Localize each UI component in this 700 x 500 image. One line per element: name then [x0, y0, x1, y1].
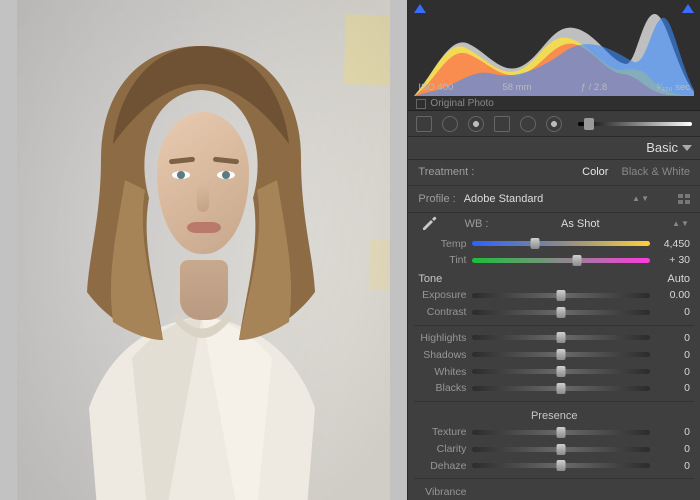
auto-button[interactable]: Auto: [667, 273, 690, 285]
temp-slider[interactable]: Temp 4,450: [408, 235, 700, 252]
tint-slider[interactable]: Tint + 30: [408, 252, 700, 269]
basic-header[interactable]: Basic: [408, 137, 700, 160]
original-photo-label: Original Photo: [430, 98, 493, 109]
app-root: ISO 400 58 mm ƒ / 2.8 ¹⁄₃₂₀ sec Original…: [0, 0, 700, 500]
treatment-row: Treatment : Color Black & White: [408, 160, 700, 185]
radial-tool-icon[interactable]: [520, 116, 536, 132]
treatment-color[interactable]: Color: [582, 166, 608, 178]
dehaze-slider[interactable]: Dehaze 0: [408, 457, 700, 474]
wb-label: WB :: [448, 218, 488, 230]
treatment-label: Treatment :: [418, 166, 474, 178]
contrast-slider[interactable]: Contrast 0: [408, 304, 700, 321]
eyedropper-icon[interactable]: [418, 213, 440, 235]
exposure-slider[interactable]: Exposure 0.00: [408, 287, 700, 304]
redeye-tool-icon[interactable]: [468, 116, 484, 132]
wb-row: WB : As Shot ▲▼: [408, 213, 700, 235]
profile-label: Profile :: [418, 193, 455, 205]
original-photo-toggle[interactable]: Original Photo: [416, 98, 493, 109]
tone-header: Tone Auto: [408, 269, 700, 287]
exif-focal: 58 mm: [502, 82, 531, 96]
whites-slider[interactable]: Whites 0: [408, 363, 700, 380]
spot-tool-icon[interactable]: [442, 116, 458, 132]
treatment-bw[interactable]: Black & White: [622, 166, 690, 178]
histogram[interactable]: ISO 400 58 mm ƒ / 2.8 ¹⁄₃₂₀ sec Original…: [408, 0, 700, 111]
profile-value[interactable]: Adobe Standard: [464, 193, 544, 205]
develop-panel: ISO 400 58 mm ƒ / 2.8 ¹⁄₃₂₀ sec Original…: [407, 0, 700, 500]
tool-strip: [408, 111, 700, 136]
gradient-tool-icon[interactable]: [494, 116, 510, 132]
profile-browser-icon[interactable]: [678, 194, 690, 204]
wb-value[interactable]: As Shot: [561, 218, 600, 230]
texture-slider[interactable]: Texture 0: [408, 424, 700, 441]
brush-tool-icon[interactable]: [546, 116, 562, 132]
disclosure-icon[interactable]: [682, 145, 692, 151]
crop-tool-icon[interactable]: [416, 116, 432, 132]
exif-shutter: ¹⁄₃₂₀ sec: [656, 82, 690, 96]
exif-aperture: ƒ / 2.8: [581, 82, 607, 96]
exif-bar: ISO 400 58 mm ƒ / 2.8 ¹⁄₃₂₀ sec: [408, 82, 700, 96]
vibrance-row: Vibrance: [408, 483, 700, 500]
basic-title: Basic: [646, 140, 678, 155]
photo-viewer[interactable]: [0, 0, 407, 500]
updown-icon[interactable]: ▲▼: [632, 194, 650, 203]
exif-iso: ISO 400: [418, 82, 453, 96]
blacks-slider[interactable]: Blacks 0: [408, 380, 700, 397]
photo-canvas: [17, 0, 390, 500]
checkbox-icon[interactable]: [416, 99, 426, 109]
highlights-slider[interactable]: Highlights 0: [408, 329, 700, 346]
presence-header: Presence: [408, 406, 700, 424]
updown-icon[interactable]: ▲▼: [672, 219, 690, 228]
clarity-slider[interactable]: Clarity 0: [408, 441, 700, 458]
mask-slider[interactable]: [578, 122, 692, 126]
shadows-slider[interactable]: Shadows 0: [408, 346, 700, 363]
profile-row[interactable]: Profile : Adobe Standard ▲▼: [408, 186, 700, 213]
